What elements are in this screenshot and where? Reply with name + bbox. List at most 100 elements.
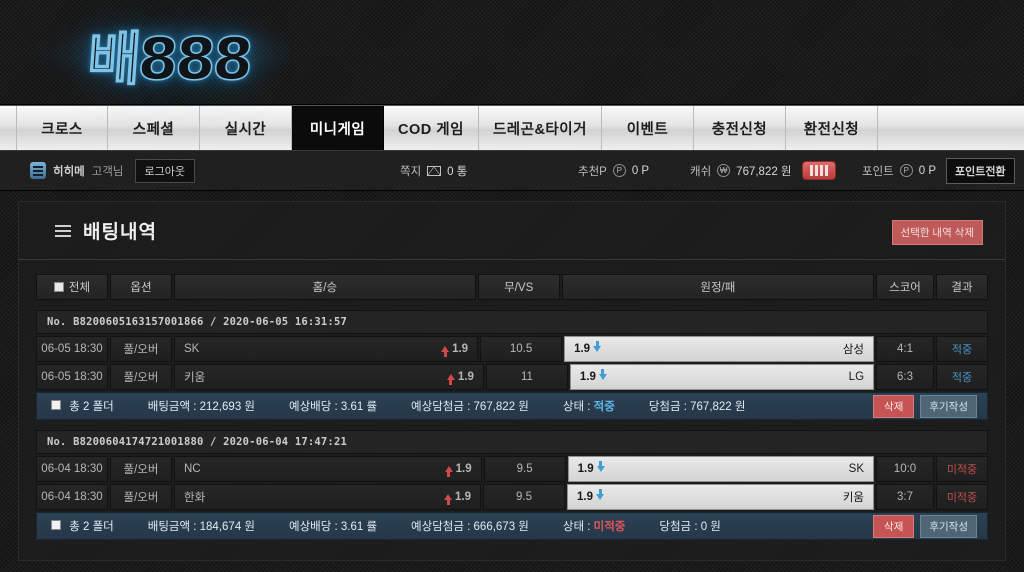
point-info: 포인트 P 0 P 포인트전환 [862,157,1015,184]
down-arrow-icon [596,489,604,500]
bet-away-pick[interactable]: 1.9 LG [569,364,875,390]
envelope-icon [427,165,442,176]
cash-stack-icon[interactable] [801,161,836,180]
delete-ticket-button[interactable]: 삭제 [873,394,915,418]
bet-home-pick[interactable]: 한화 1.9 [174,484,481,510]
summary-status-label: 상태 : [562,401,594,413]
bet-home-pick[interactable]: 키움 1.9 [174,364,484,390]
bet-time: 06-04 18:30 [36,456,108,482]
header-option: 옵션 [110,274,172,300]
point-label: 포인트 [862,165,894,178]
cash-info: 캐쉬 ₩ 767,822 원 [690,161,836,180]
bet-time: 06-05 18:30 [36,336,108,362]
table-header-row: 전체 옵션 홈/승 무/VS 원정/패 스코어 결과 [36,274,989,300]
page-root: 배888 크로스 스페셜 실시간 미니게임 COD 게임 드레곤&타이거 이벤트… [0,0,1024,572]
write-review-button[interactable]: 후기작성 [920,394,977,418]
header-score: 스코어 [876,274,935,300]
nav-item-withdraw[interactable]: 환전신청 [786,106,878,150]
bet-score: 4:1 [876,336,935,362]
mail-info[interactable]: 쪽지 0 통 [400,163,467,179]
nav-item-live[interactable]: 실시간 [200,106,292,150]
nav-item-deposit[interactable]: 충전신청 [694,106,786,150]
header-away: 원정/패 [561,274,875,300]
ticket-checkbox[interactable] [51,400,61,410]
ticket-number: No. B8200604174721001880 / 2020-06-04 17… [36,430,988,454]
recommend-label: 추천P [578,165,607,178]
home-odds-value: 1.9 [455,491,471,503]
nav-item-dragon-tiger[interactable]: 드레곤&타이거 [479,106,602,150]
summary-odds: 예상배당 : 3.61 률 [288,401,378,413]
hamburger-icon[interactable] [30,162,46,179]
header-select-all[interactable]: 전체 [36,274,108,300]
header-draw: 무/VS [477,274,560,300]
bet-home-pick[interactable]: NC 1.9 [174,456,482,482]
recommend-value: 0 P [631,164,650,177]
summary-actions: 삭제 후기작성 [873,394,977,418]
bet-draw-pick[interactable]: 11 [485,364,568,390]
summary-payout: 당첨금 : 767,822 원 [648,401,746,413]
nav-item-cod-game[interactable]: COD 게임 [384,106,479,150]
nav-item-event[interactable]: 이벤트 [602,106,694,150]
away-team-name: SK [848,463,864,475]
site-logo[interactable]: 배888 [62,8,277,100]
delete-selected-button[interactable]: 선택한 내역 삭제 [891,220,983,245]
logo-text: 배888 [85,24,254,94]
point-exchange-button[interactable]: 포인트전환 [946,157,1015,184]
recommend-point-info: 추천P P 0 P [578,163,649,179]
status-badge: 적중 [951,372,973,384]
write-review-button[interactable]: 후기작성 [920,514,977,538]
bet-home-pick[interactable]: SK 1.9 [174,336,479,362]
status-badge: 미적중 [946,492,978,504]
home-team-name: NC [184,463,201,475]
up-arrow-icon [441,346,450,357]
summary-payout: 당첨금 : 0 원 [659,521,721,533]
bet-result: 미적중 [936,456,988,482]
user-identity: 히히메 고객님 로그아웃 [30,158,195,183]
up-arrow-icon [446,374,455,385]
panel-header: 배팅내역 선택한 내역 삭제 [19,202,1005,260]
home-team-name: SK [184,343,200,355]
nav-item-minigame[interactable]: 미니게임 [292,106,384,150]
summary-folder: 총 2 폴더 [51,398,114,414]
bet-score: 3:7 [876,484,934,510]
bet-score: 10:0 [876,456,934,482]
page-title: 배팅내역 [83,222,157,243]
delete-ticket-button[interactable]: 삭제 [873,514,915,538]
home-team-name: 키움 [184,372,206,384]
away-odds-value: 1.9 [577,491,593,503]
bet-draw-pick[interactable]: 9.5 [483,484,565,510]
site-header: 배888 [0,0,1024,105]
table-row: 06-04 18:30 풀/오버 NC 1.9 9.5 1.9 SK 10:0 … [36,456,988,482]
cash-label: 캐쉬 [690,165,712,178]
home-odds-value: 1.9 [457,371,474,383]
nav-item-cross[interactable]: 크로스 [16,106,108,150]
bet-away-pick[interactable]: 1.9 삼성 [564,336,875,362]
summary-stake: 배팅금액 : 212,693 원 [147,401,255,413]
away-odds: 1.9 [580,369,607,383]
user-nickname: 히히메 [53,165,85,178]
bet-time: 06-05 18:30 [36,364,108,390]
user-info-bar: 히히메 고객님 로그아웃 쪽지 0 통 추천P P 0 P 캐쉬 ₩ 767,8… [0,151,1024,191]
home-odds-value: 1.9 [452,343,469,355]
cash-value: 767,822 원 [736,165,792,178]
ticket-checkbox[interactable] [51,520,61,530]
down-arrow-icon [596,461,605,472]
summary-status-value: 미적중 [593,521,626,533]
point-circle-icon: P [899,164,913,177]
bet-away-pick[interactable]: 1.9 키움 [567,484,874,510]
logout-button[interactable]: 로그아웃 [134,158,195,183]
table-row: 06-05 18:30 풀/오버 키움 1.9 11 1.9 LG 6:3 적중 [36,364,989,390]
summary-actions: 삭제 후기작성 [873,514,977,538]
away-team-name: 키움 [842,492,864,504]
summary-expected: 예상담첨금 : 767,822 원 [411,401,529,413]
bet-draw-pick[interactable]: 9.5 [483,456,566,482]
nav-item-special[interactable]: 스페셜 [108,106,200,150]
status-badge: 적중 [951,344,973,356]
select-all-checkbox[interactable] [53,282,64,292]
bet-away-pick[interactable]: 1.9 SK [567,456,874,482]
ticket-number: No. B8200605163157001866 / 2020-06-05 16… [36,310,988,334]
bet-draw-pick[interactable]: 10.5 [480,336,563,362]
bet-result: 적중 [936,336,989,362]
summary-odds: 예상배당 : 3.61 률 [288,521,378,533]
bet-option: 풀/오버 [110,484,172,510]
